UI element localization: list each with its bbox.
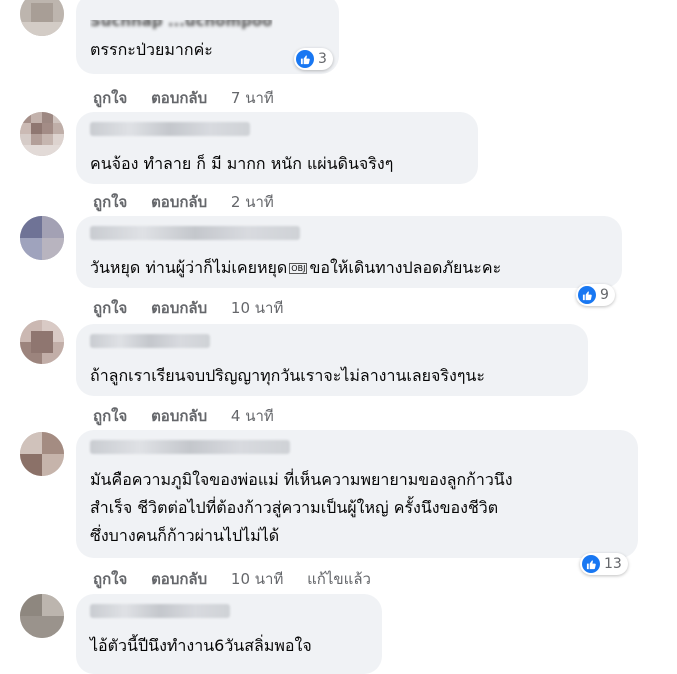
reaction-count-badge[interactable]: 13 <box>580 553 628 575</box>
avatar[interactable] <box>20 432 64 476</box>
commenter-name-blurred[interactable] <box>90 604 230 618</box>
comment-text-line: ซึ่งบางคนก็ก้าวผ่านไปไม่ได้ <box>90 526 280 545</box>
comment-actions: ถูกใจ ตอบกลับ 10 นาที แก้ไขแล้ว <box>93 567 390 591</box>
comment-text-line: สำเร็จ ชีวิตต่อไปที่ต้องก้าวสู่ความเป็นผ… <box>90 498 499 517</box>
like-button[interactable]: ถูกใจ <box>93 299 127 317</box>
avatar[interactable] <box>20 0 64 36</box>
reaction-count: 13 <box>604 556 622 572</box>
like-button[interactable]: ถูกใจ <box>93 570 127 588</box>
comment-text: ตรรกะป่วยมากค่ะ <box>90 40 213 59</box>
timestamp[interactable]: 10 นาที <box>231 299 283 317</box>
comment-text-line: มันคือความภูมิใจของพ่อแม่ ที่เห็นความพยา… <box>90 470 513 489</box>
edited-label[interactable]: แก้ไขแล้ว <box>307 570 371 588</box>
commenter-name-blurred[interactable] <box>90 226 300 240</box>
reaction-count-badge[interactable]: 3 <box>294 48 333 70</box>
timestamp[interactable]: 7 นาที <box>231 89 274 107</box>
comment-bubble: วันหยุด ท่านผู้ว่าก็ไม่เคยหยุด OBJ ขอให้เด… <box>76 216 622 288</box>
thumbs-up-icon <box>296 50 314 68</box>
comment-text-part: ขอให้เดินทางปลอดภัยนะคะ <box>309 258 502 277</box>
comment-text: ถ้าลูกเราเรียนจบปริญญาทุกวันเราจะไม่ลางา… <box>90 366 485 385</box>
reply-button[interactable]: ตอบกลับ <box>151 193 207 211</box>
reaction-count: 3 <box>318 51 327 67</box>
reaction-count: 9 <box>600 287 609 303</box>
timestamp[interactable]: 4 นาที <box>231 407 274 425</box>
avatar[interactable] <box>20 216 64 260</box>
comment-actions: ถูกใจ ตอบกลับ 10 นาที <box>93 296 302 320</box>
commenter-name-blurred[interactable] <box>90 122 250 136</box>
comment-text-part: วันหยุด ท่านผู้ว่าก็ไม่เคยหยุด <box>90 258 288 277</box>
reply-button[interactable]: ตอบกลับ <box>151 89 207 107</box>
comment-bubble: มันคือความภูมิใจของพ่อแม่ ที่เห็นความพยา… <box>76 430 638 558</box>
reply-button[interactable]: ตอบกลับ <box>151 407 207 425</box>
commenter-name[interactable]: Sucnnap ...ucnompoo <box>90 20 272 35</box>
comment-text: คนจ้อง ทำลาย ก็ มี มากก หนัก แผ่นดินจริง… <box>90 154 394 173</box>
commenter-name-blurred[interactable] <box>90 334 210 348</box>
comment-bubble: คนจ้อง ทำลาย ก็ มี มากก หนัก แผ่นดินจริง… <box>76 112 478 184</box>
comment-bubble: ถ้าลูกเราเรียนจบปริญญาทุกวันเราจะไม่ลางา… <box>76 324 588 396</box>
avatar[interactable] <box>20 594 64 638</box>
thumbs-up-icon <box>578 286 596 304</box>
avatar[interactable] <box>20 112 64 156</box>
like-button[interactable]: ถูกใจ <box>93 193 127 211</box>
comment-text: ไอ้ตัวนี้ปีนึงทำงาน6วันสลิ่มพอใจ <box>90 636 312 655</box>
timestamp[interactable]: 2 นาที <box>231 193 274 211</box>
comment-text: วันหยุด ท่านผู้ว่าก็ไม่เคยหยุด OBJ ขอให้เด… <box>90 254 501 281</box>
like-button[interactable]: ถูกใจ <box>93 407 127 425</box>
avatar[interactable] <box>20 320 64 364</box>
reply-button[interactable]: ตอบกลับ <box>151 299 207 317</box>
commenter-name-blurred[interactable] <box>90 440 290 454</box>
comment-actions: ถูกใจ ตอบกลับ 4 นาที <box>93 404 293 428</box>
like-button[interactable]: ถูกใจ <box>93 89 127 107</box>
thumbs-up-icon <box>582 555 600 573</box>
timestamp[interactable]: 10 นาที <box>231 570 283 588</box>
comment-actions: ถูกใจ ตอบกลับ 7 นาที <box>93 86 293 110</box>
comment-bubble: ไอ้ตัวนี้ปีนึงทำงาน6วันสลิ่มพอใจ <box>76 594 382 674</box>
comment-actions: ถูกใจ ตอบกลับ 2 นาที <box>93 190 293 214</box>
reply-button[interactable]: ตอบกลับ <box>151 570 207 588</box>
object-replacement-glyph: OBJ <box>289 263 308 274</box>
reaction-count-badge[interactable]: 9 <box>576 284 615 306</box>
